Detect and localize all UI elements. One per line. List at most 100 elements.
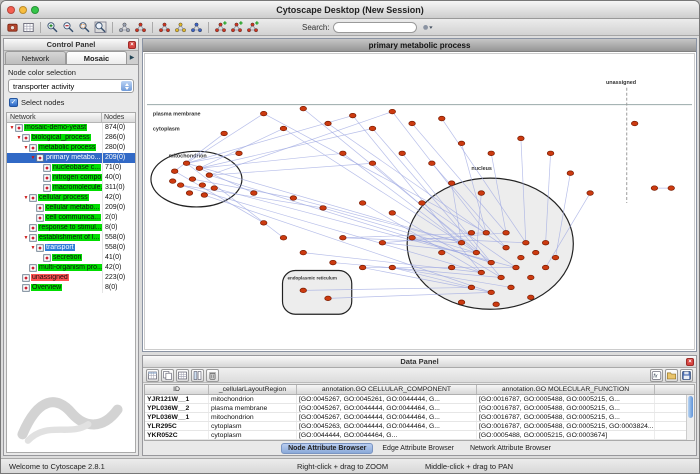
network-node[interactable] [330,260,337,265]
network-node[interactable] [169,179,176,184]
network-node[interactable] [369,126,376,131]
scrollbar-thumb[interactable] [688,396,693,418]
tree-row[interactable]: secretion41(0) [7,253,135,263]
attribute-column-icon[interactable] [191,369,204,382]
network-node[interactable] [478,270,485,275]
attribute-matrix-icon[interactable] [176,369,189,382]
tree-row[interactable]: cellular metabo...209(0) [7,203,135,213]
cell[interactable]: [GO:0044444, GO:0044464, G... [297,431,477,439]
network-node[interactable] [651,186,658,191]
tree-row[interactable]: ▼transport558(0) [7,243,135,253]
network-node[interactable] [493,302,500,307]
network-node[interactable] [260,111,267,116]
cell[interactable]: cytoplasm [209,422,297,430]
cell[interactable]: mitochondrion [209,395,297,403]
tree-row[interactable]: nucleobase c...71(0) [7,163,135,173]
network-edge[interactable] [209,112,392,176]
search-options-icon[interactable] [420,20,435,35]
network-edge[interactable] [209,163,372,175]
tree-row[interactable]: cell communica...2(0) [7,213,135,223]
network-node[interactable] [438,116,445,121]
add-node-icon[interactable] [213,20,228,35]
add-annotation-icon[interactable] [245,20,260,35]
network-node[interactable] [260,221,267,226]
column-header[interactable]: ID [145,385,209,394]
network-node[interactable] [389,211,396,216]
copy-attributes-icon[interactable] [161,369,174,382]
network-node[interactable] [325,121,332,126]
network-node[interactable] [359,201,366,206]
network-node[interactable] [631,121,638,126]
network-node[interactable] [448,265,455,270]
network-node[interactable] [280,126,287,131]
column-header[interactable]: annotation.GO MOLECULAR_FUNCTION [477,385,655,394]
network-node[interactable] [552,255,559,260]
network-node[interactable] [236,151,243,156]
tree-row[interactable]: ▼biological_process286(0) [7,133,135,143]
zoom-fit-icon[interactable] [93,20,108,35]
network-node[interactable] [523,240,530,245]
network-node[interactable] [340,235,347,240]
network-node[interactable] [503,231,510,236]
network-node[interactable] [196,166,203,171]
network-node[interactable] [399,151,406,156]
tab-network-attribute-browser[interactable]: Network Attribute Browser [463,443,558,454]
chevron-updown-icon[interactable] [121,81,132,91]
network-node[interactable] [498,275,505,280]
network-node[interactable] [280,235,287,240]
zoom-in-icon[interactable] [45,20,60,35]
tab-node-attribute-browser[interactable]: Node Attribute Browser [281,443,373,454]
grid-view-icon[interactable] [21,20,36,35]
network-node[interactable] [488,290,495,295]
network-node[interactable] [199,183,206,188]
network-node[interactable] [177,183,184,188]
network-node[interactable] [438,250,445,255]
column-header[interactable]: _cellularLayoutRegion [209,385,297,394]
network-node[interactable] [409,235,416,240]
network-node[interactable] [369,161,376,166]
network-node[interactable] [542,265,549,270]
network-node[interactable] [171,169,178,174]
network-node[interactable] [468,231,475,236]
network-node[interactable] [668,186,675,191]
tab-mosaic[interactable]: Mosaic [66,51,127,64]
network-node[interactable] [340,151,347,156]
network-node[interactable] [478,191,485,196]
window-minimize-button[interactable] [19,6,27,14]
cell[interactable]: [GO:0045267, GO:0044444, GO:0044464, G..… [297,404,477,412]
network-node[interactable] [429,161,436,166]
table-row[interactable]: YPL036W__1mitochondrion[GO:0045267, GO:0… [145,413,694,422]
network-node[interactable] [183,161,190,166]
tree-row[interactable]: ▼mosaic-demo-yeast874(0) [7,123,135,133]
network-node[interactable] [186,191,193,196]
network-node[interactable] [483,231,490,236]
network-node[interactable] [532,250,539,255]
network-node[interactable] [359,265,366,270]
tree-row[interactable]: ▼primary metabo...209(0) [7,153,135,163]
network-node[interactable] [389,265,396,270]
search-input[interactable] [333,22,417,33]
network-node[interactable] [349,113,356,118]
tree-row[interactable]: nitrogen compo...40(0) [7,173,135,183]
tree-row[interactable]: multi-organism pro...42(0) [7,263,135,273]
network-node[interactable] [542,240,549,245]
network-node[interactable] [528,295,535,300]
cell[interactable]: mitochondrion [209,413,297,421]
node-color-select[interactable]: transporter activity [8,79,134,93]
network-edge[interactable] [187,163,284,237]
network-node[interactable] [488,151,495,156]
attribute-function-icon[interactable]: fx [650,369,663,382]
network-node[interactable] [320,206,327,211]
hide-selected-icon[interactable] [117,20,132,35]
window-zoom-button[interactable] [31,6,39,14]
network-node[interactable] [513,265,520,270]
network-node[interactable] [325,296,332,301]
network-overview-icon[interactable] [157,20,172,35]
tab-edge-attribute-browser[interactable]: Edge Attribute Browser [375,443,461,454]
table-row[interactable]: YJR121W__1mitochondrion[GO:0045267, GO:0… [145,395,694,404]
cell-id[interactable]: YLR295C [145,422,209,430]
network-view-title[interactable]: primary metabolic process [143,39,696,52]
cell[interactable]: [GO:0016787, GO:0005488, GO:0005215, G..… [477,404,655,412]
network-node[interactable] [206,173,213,178]
tree-row[interactable]: ▼metabolic process280(0) [7,143,135,153]
